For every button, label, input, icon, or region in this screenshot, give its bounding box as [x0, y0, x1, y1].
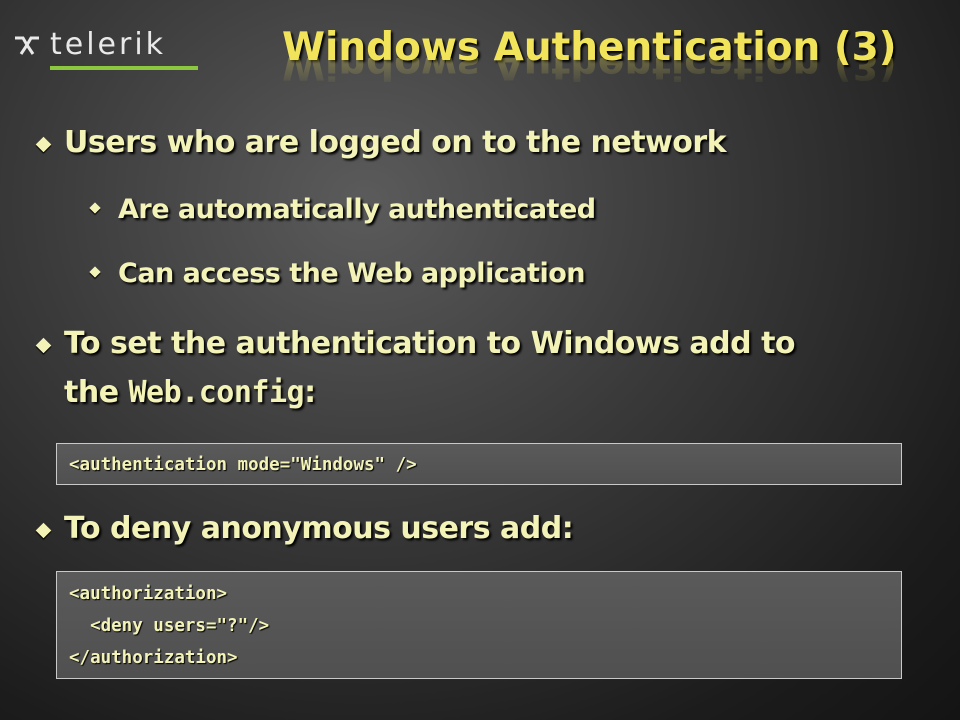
- code-line: </authorization>: [69, 648, 238, 668]
- code-block-authentication: <authentication mode="Windows" />: [56, 443, 902, 485]
- bullet-marker: [35, 136, 52, 153]
- sub-bullet-marker: [89, 266, 101, 278]
- code-block-authorization: <authorization> <deny users="?"/> </auth…: [56, 571, 902, 679]
- bullet-3-text: To deny anonymous users add:: [64, 511, 574, 546]
- telerik-logo: telerik: [14, 27, 198, 74]
- sub-bullet-1-text: Are automatically authenticated: [118, 194, 596, 225]
- slide-title-reflection: Windows Authentication (3): [282, 58, 897, 87]
- code-line: <deny users="?"/>: [69, 616, 270, 636]
- bullet-marker: [35, 522, 52, 539]
- logo-underline: [50, 66, 198, 70]
- code-line: <authorization>: [69, 584, 228, 604]
- bullet-2-prefix: the: [64, 375, 129, 410]
- bullet-1-text: Users who are logged on to the network: [64, 125, 727, 160]
- bullet-2-line-2: the Web.config:: [64, 374, 316, 412]
- telerik-logo-icon: [15, 36, 39, 55]
- code-line: <authentication mode="Windows" />: [69, 455, 417, 475]
- sub-bullet-marker: [89, 202, 101, 214]
- bullet-2-suffix: :: [304, 375, 316, 410]
- logo-text: telerik: [50, 27, 167, 62]
- bullet-marker: [35, 337, 52, 354]
- web-config-code: Web.config: [128, 375, 305, 410]
- slide-title-wrap: Windows Authentication (3) Windows Authe…: [282, 24, 897, 88]
- sub-bullet-2-text: Can access the Web application: [118, 258, 585, 289]
- bullet-2-line-1: To set the authentication to Windows add…: [64, 326, 796, 361]
